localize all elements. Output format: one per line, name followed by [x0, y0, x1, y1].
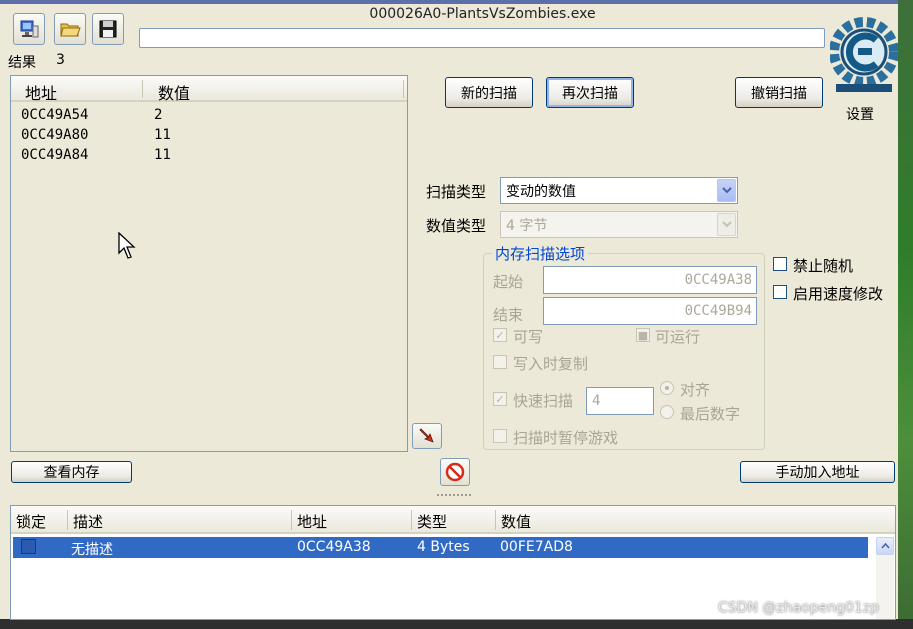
row-description: 无描述 — [71, 542, 113, 558]
found-value: 11 — [154, 147, 171, 163]
scroll-up-button[interactable] — [876, 537, 894, 555]
end-address-input[interactable]: 0CC49B94 — [543, 297, 757, 325]
cheat-table-header: 锁定 描述 地址 类型 数值 — [11, 506, 895, 534]
panel-splitter-handle[interactable] — [437, 494, 471, 498]
scan-progress-bar — [139, 28, 825, 48]
save-button[interactable] — [92, 13, 124, 45]
column-header-address[interactable]: 地址 — [297, 511, 327, 532]
value-type-value: 4 字节 — [506, 217, 548, 234]
window-title: 000026A0-PlantsVsZombies.exe — [369, 6, 596, 22]
chevron-down-icon[interactable] — [717, 213, 736, 236]
memory-scan-options-title: 内存扫描选项 — [492, 243, 589, 264]
column-separator — [403, 80, 404, 98]
found-addresses-list[interactable]: 地址 数值 0CC49A54 2 0CC49A80 11 0CC49A84 11 — [10, 75, 408, 452]
fast-scan-alignment-input[interactable]: 4 — [586, 387, 654, 415]
align-radio[interactable] — [660, 381, 674, 395]
copy-on-write-checkbox[interactable] — [493, 355, 507, 369]
column-header-address[interactable]: 地址 — [25, 80, 57, 104]
scan-type-value: 变动的数值 — [506, 183, 576, 200]
value-type-select[interactable]: 4 字节 — [500, 211, 738, 238]
background-game-edge — [898, 0, 913, 629]
found-list-header: 地址 数值 — [11, 76, 407, 104]
start-address-input[interactable]: 0CC49A38 — [543, 266, 757, 294]
fast-scan-label: 快速扫描 — [513, 392, 574, 410]
pause-game-label: 扫描时暂停游戏 — [513, 429, 619, 447]
window-top-edge — [0, 0, 913, 4]
copy-on-write-label: 写入时复制 — [513, 355, 589, 373]
results-count: 3 — [56, 52, 65, 68]
fast-scan-checkbox[interactable]: ✓ — [493, 392, 507, 406]
disable-random-label: 禁止随机 — [793, 257, 854, 275]
column-separator — [142, 80, 143, 98]
pause-game-checkbox[interactable] — [493, 429, 507, 443]
computer-icon — [20, 20, 39, 38]
start-address-label: 起始 — [493, 273, 524, 291]
add-to-table-button[interactable] — [412, 423, 442, 449]
speedhack-label: 启用速度修改 — [793, 285, 884, 303]
add-address-manually-button[interactable]: 手动加入地址 — [740, 461, 895, 483]
last-digits-radio[interactable] — [660, 405, 674, 419]
cheat-engine-logo[interactable] — [829, 6, 899, 98]
lock-checkbox[interactable] — [21, 539, 36, 554]
new-scan-button[interactable]: 新的扫描 — [445, 77, 533, 108]
column-header-value[interactable]: 数值 — [501, 511, 531, 532]
view-memory-button[interactable]: 查看内存 — [11, 461, 132, 483]
window-bottom-edge — [0, 619, 913, 629]
scan-type-label: 扫描类型 — [426, 183, 487, 201]
writable-label: 可写 — [513, 328, 544, 346]
cheat-engine-logo-icon — [829, 17, 899, 92]
align-label: 对齐 — [680, 381, 711, 399]
speedhack-checkbox[interactable] — [773, 285, 787, 299]
stop-button[interactable] — [440, 458, 470, 486]
chevron-down-icon[interactable] — [717, 179, 736, 202]
settings-label[interactable]: 设置 — [846, 104, 874, 124]
row-value: 00FE7AD8 — [500, 539, 573, 555]
next-scan-button[interactable]: 再次扫描 — [546, 77, 634, 108]
column-separator — [411, 510, 412, 530]
folder-open-icon — [60, 23, 81, 37]
results-label: 结果 — [8, 55, 36, 71]
end-address-label: 结束 — [493, 306, 524, 324]
found-address: 0CC49A54 — [21, 107, 89, 123]
undo-scan-button[interactable]: 撤销扫描 — [735, 77, 823, 108]
column-separator — [495, 510, 496, 530]
last-digits-label: 最后数字 — [680, 405, 741, 423]
column-separator — [67, 510, 68, 530]
scan-type-select[interactable]: 变动的数值 — [500, 177, 738, 204]
found-address: 0CC49A80 — [21, 127, 89, 143]
no-entry-icon — [445, 462, 465, 482]
found-value: 2 — [154, 107, 163, 123]
executable-label: 可运行 — [655, 328, 701, 346]
watermark-text: CSDN @zhaopeng01zp — [718, 600, 880, 616]
value-type-label: 数值类型 — [426, 217, 487, 235]
found-address: 0CC49A84 — [21, 147, 89, 163]
writable-checkbox[interactable]: ✓ — [493, 328, 507, 342]
chevron-up-icon — [880, 543, 890, 549]
disable-random-checkbox[interactable] — [773, 257, 787, 271]
column-header-lock[interactable]: 锁定 — [16, 511, 46, 532]
executable-checkbox[interactable]: ■ — [636, 328, 650, 342]
open-file-button[interactable] — [54, 13, 86, 45]
found-value: 11 — [154, 127, 171, 143]
column-separator — [291, 510, 292, 530]
table-row[interactable]: 无描述 0CC49A38 4 Bytes 00FE7AD8 — [13, 537, 868, 558]
column-header-description[interactable]: 描述 — [73, 511, 103, 532]
column-header-value[interactable]: 数值 — [158, 80, 190, 104]
row-address: 0CC49A38 — [297, 539, 371, 555]
floppy-disk-icon — [99, 20, 117, 38]
mouse-cursor-icon — [118, 232, 136, 259]
row-type: 4 Bytes — [417, 539, 470, 555]
column-header-type[interactable]: 类型 — [417, 511, 447, 532]
open-process-button[interactable] — [13, 13, 45, 45]
red-arrow-down-right-icon — [419, 428, 434, 443]
